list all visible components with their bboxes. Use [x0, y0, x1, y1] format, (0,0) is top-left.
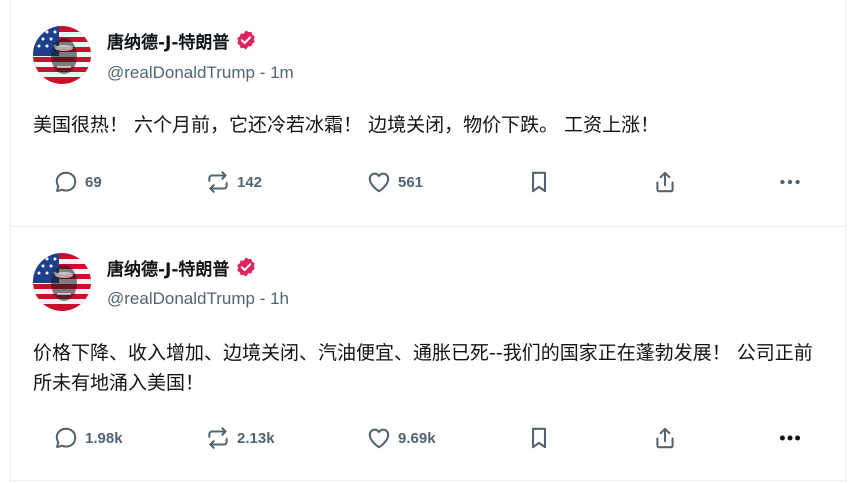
handle-row: @realDonaldTrump - 1h	[107, 289, 289, 309]
timestamp[interactable]: 1m	[270, 63, 294, 82]
repost-button[interactable]: 142	[205, 162, 262, 202]
bookmark-icon	[532, 427, 546, 449]
reply-button[interactable]: 69	[53, 162, 102, 202]
post-item[interactable]: 唐纳德-J-特朗普 @realDonaldTrump - 1m 美国很热！ 六个…	[11, 0, 845, 227]
more-icon	[779, 435, 801, 441]
feed: 唐纳德-J-特朗普 @realDonaldTrump - 1m 美国很热！ 六个…	[10, 0, 846, 483]
repost-count: 2.13k	[237, 429, 275, 447]
verified-badge-icon	[235, 256, 257, 278]
author-row: 唐纳德-J-特朗普	[107, 28, 257, 53]
more-button[interactable]	[777, 418, 803, 458]
share-icon	[656, 171, 674, 193]
share-button[interactable]	[652, 162, 678, 202]
avatar[interactable]	[33, 253, 91, 311]
display-name[interactable]: 唐纳德-J-特朗普	[107, 28, 229, 53]
reply-button[interactable]: 1.98k	[53, 418, 123, 458]
repost-button[interactable]: 2.13k	[205, 418, 275, 458]
bookmark-icon	[532, 171, 546, 193]
handle[interactable]: @realDonaldTrump	[107, 289, 255, 308]
flag-portrait-avatar-icon	[33, 26, 91, 84]
heart-icon	[368, 172, 390, 193]
heart-icon	[368, 428, 390, 449]
separator: -	[254, 63, 271, 82]
flag-portrait-avatar-icon	[33, 253, 91, 311]
post-item[interactable]: 唐纳德-J-特朗普 @realDonaldTrump - 1h 价格下降、收入增…	[11, 227, 845, 481]
action-bar: 69 142 561	[11, 162, 847, 202]
reply-count: 1.98k	[85, 429, 123, 447]
bookmark-button[interactable]	[526, 418, 552, 458]
handle-row: @realDonaldTrump - 1m	[107, 63, 294, 83]
like-count: 9.69k	[398, 429, 436, 447]
author-row: 唐纳德-J-特朗普	[107, 255, 257, 280]
handle[interactable]: @realDonaldTrump	[107, 63, 255, 82]
like-count: 561	[398, 173, 424, 191]
avatar[interactable]	[33, 26, 91, 84]
like-button[interactable]: 561	[366, 162, 423, 202]
more-button[interactable]	[777, 162, 803, 202]
verified-badge-icon	[235, 29, 257, 51]
repost-icon	[208, 171, 228, 193]
reply-icon	[55, 427, 77, 449]
share-button[interactable]	[652, 418, 678, 458]
post-text: 价格下降、收入增加、边境关闭、汽油便宜、通胀已死--我们的国家正在蓬勃发展！ 公…	[33, 342, 813, 394]
repost-icon	[208, 427, 228, 449]
share-icon	[656, 427, 674, 449]
display-name[interactable]: 唐纳德-J-特朗普	[107, 255, 229, 280]
repost-count: 142	[237, 173, 263, 191]
action-bar: 1.98k 2.13k 9.69k	[11, 418, 847, 458]
like-button[interactable]: 9.69k	[366, 418, 436, 458]
reply-icon	[55, 171, 77, 193]
separator: -	[254, 289, 271, 308]
post-text: 美国很热！ 六个月前，它还冷若冰霜！ 边境关闭，物价下跌。 工资上涨！	[33, 114, 660, 136]
reply-count: 69	[85, 173, 102, 191]
timestamp[interactable]: 1h	[270, 289, 289, 308]
bookmark-button[interactable]	[526, 162, 552, 202]
more-icon	[780, 179, 800, 185]
